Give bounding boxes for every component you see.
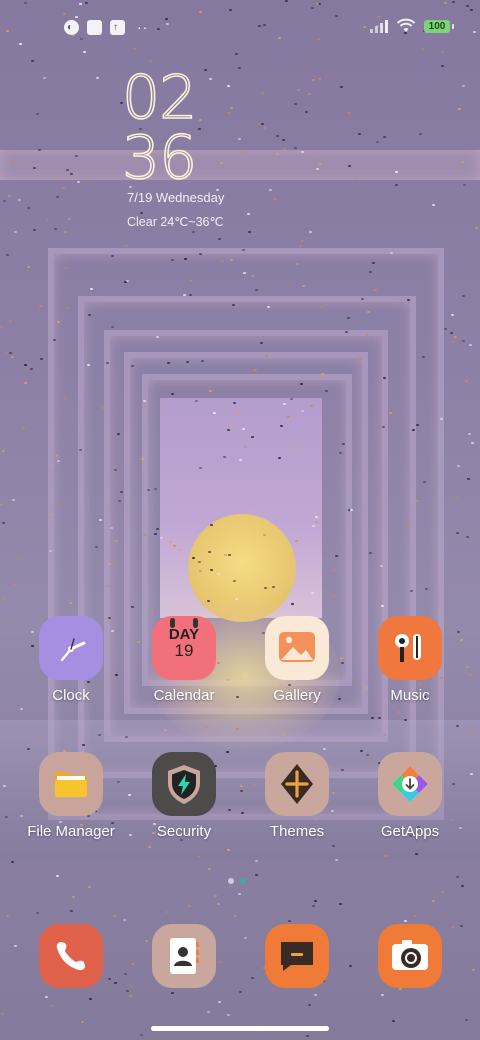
wifi-icon: [396, 18, 416, 32]
status-bar: ◐ ↑ ·· 100: [0, 0, 480, 56]
page-dot-active: [240, 878, 246, 884]
dock-phone[interactable]: [16, 924, 126, 988]
date-label: 7/19 Wednesday: [127, 190, 225, 205]
app-label: Gallery: [273, 687, 321, 704]
camera-icon: [378, 924, 442, 988]
dock-camera[interactable]: [355, 924, 465, 988]
calendar-day-number: 19: [174, 641, 194, 660]
clock-minutes: 36: [121, 123, 198, 193]
wallpaper: [0, 0, 480, 1040]
app-music[interactable]: Music: [355, 616, 465, 704]
folder-icon: [39, 752, 103, 816]
app-label: Security: [156, 823, 212, 840]
weather-label: Clear 24℃~36℃: [127, 215, 224, 229]
music-icon: [378, 616, 442, 680]
app-label: Themes: [269, 823, 325, 840]
app-clock[interactable]: Clock: [16, 616, 126, 704]
square-notification-icon: [87, 20, 102, 35]
app-security[interactable]: Security: [129, 752, 239, 840]
contacts-icon: [152, 924, 216, 988]
home-gesture-bar[interactable]: [151, 1026, 329, 1031]
page-indicator[interactable]: [228, 878, 246, 884]
app-themes[interactable]: Themes: [242, 752, 352, 840]
gallery-icon: [265, 616, 329, 680]
more-notifications-icon: ··: [137, 19, 149, 35]
upload-icon: ↑: [110, 20, 125, 35]
app-gallery[interactable]: Gallery: [242, 616, 352, 704]
app-label: File Manager: [27, 823, 115, 840]
app-label: Calendar: [153, 687, 215, 704]
calendar-icon: DAY 19: [152, 616, 216, 680]
clock-widget[interactable]: 02 36: [121, 63, 198, 193]
clock-icon: [39, 616, 103, 680]
themes-icon: [265, 752, 329, 816]
app-file-manager[interactable]: File Manager: [16, 752, 126, 840]
app-notification-icon: ◐: [64, 20, 79, 35]
app-label: Music: [390, 687, 430, 704]
dock-messages[interactable]: [242, 924, 352, 988]
app-getapps[interactable]: GetApps: [355, 752, 465, 840]
shield-icon: [152, 752, 216, 816]
battery-indicator: 100: [424, 19, 454, 33]
app-label: GetApps: [380, 823, 440, 840]
messages-icon: [265, 924, 329, 988]
phone-icon: [39, 924, 103, 988]
signal-icon: [370, 19, 388, 33]
app-label: Clock: [52, 687, 90, 704]
clock-hours: 02: [121, 63, 198, 133]
getapps-icon: [378, 752, 442, 816]
page-dot: [228, 878, 234, 884]
app-calendar[interactable]: DAY 19 Calendar: [129, 616, 239, 704]
dock-contacts[interactable]: [129, 924, 239, 988]
